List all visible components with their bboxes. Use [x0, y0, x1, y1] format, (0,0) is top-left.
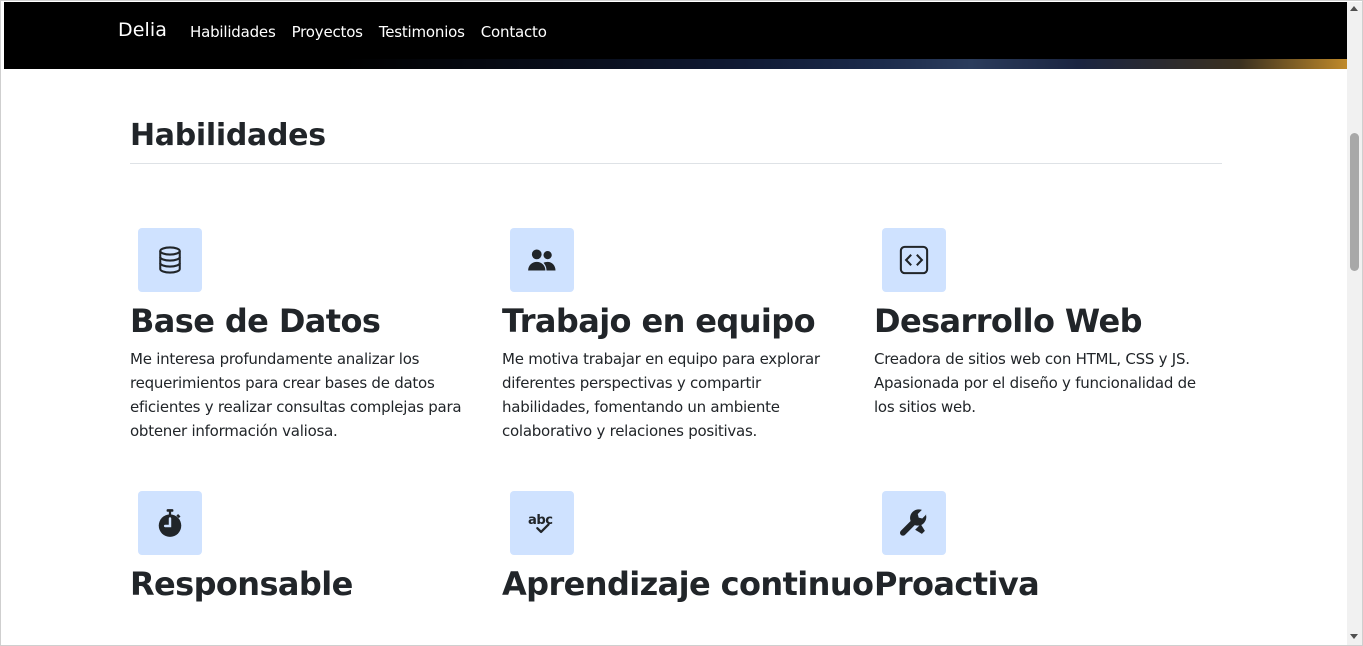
- nav-link-proyectos[interactable]: Proyectos: [292, 23, 363, 41]
- skill-title: Responsable: [130, 565, 353, 603]
- people-icon: [510, 228, 574, 292]
- nav-links: Habilidades Proyectos Testimonios Contac…: [190, 23, 563, 41]
- navbar: Delia Habilidades Proyectos Testimonios …: [4, 2, 1347, 69]
- skill-title: Proactiva: [874, 565, 1040, 603]
- spellcheck-icon: abc: [510, 491, 574, 555]
- skill-description: Creadora de sitios web con HTML, CSS y J…: [874, 350, 1196, 416]
- scroll-up-icon[interactable]: [1350, 6, 1358, 11]
- section-divider: [130, 163, 1222, 164]
- nav-link-habilidades[interactable]: Habilidades: [190, 23, 276, 41]
- wrench-icon: [882, 491, 946, 555]
- skill-description: Me motiva trabajar en equipo para explor…: [502, 350, 820, 440]
- skill-title: Trabajo en equipo: [502, 302, 816, 340]
- scroll-down-icon[interactable]: [1350, 634, 1358, 639]
- brand-link[interactable]: Delia: [118, 19, 167, 41]
- scroll-thumb[interactable]: [1350, 133, 1359, 271]
- section-title: Habilidades: [130, 118, 326, 153]
- skill-title: Base de Datos: [130, 302, 381, 340]
- nav-link-contacto[interactable]: Contacto: [481, 23, 547, 41]
- code-icon: [882, 228, 946, 292]
- hero-image-strip: [4, 59, 1347, 69]
- vertical-scrollbar[interactable]: [1347, 2, 1362, 645]
- skill-title: Aprendizaje continuo: [502, 565, 874, 603]
- database-icon: [138, 228, 202, 292]
- skill-title: Desarrollo Web: [874, 302, 1142, 340]
- stopwatch-icon: [138, 491, 202, 555]
- skill-description: Me interesa profundamente analizar los r…: [130, 350, 462, 440]
- nav-link-testimonios[interactable]: Testimonios: [379, 23, 465, 41]
